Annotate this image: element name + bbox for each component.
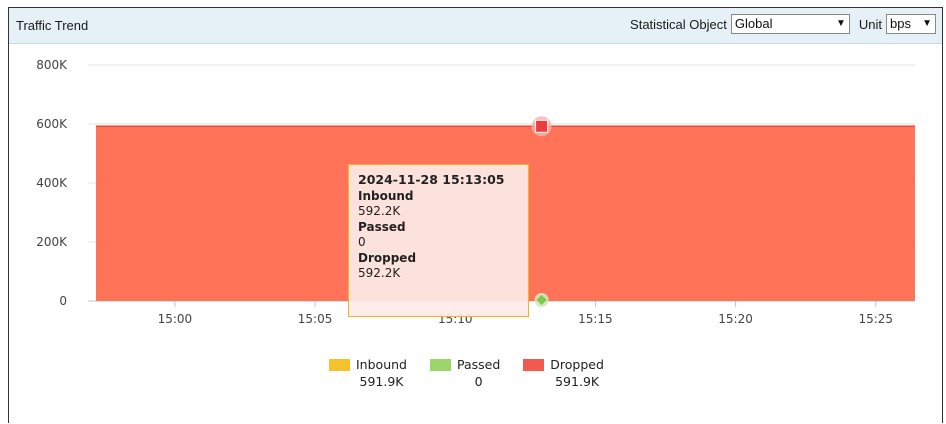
x-tick-label: 15:05	[298, 312, 333, 326]
legend-swatch-inbound	[329, 359, 350, 371]
legend-item-dropped[interactable]: Dropped 591.9K	[523, 357, 604, 389]
y-tick-label: 400K	[36, 176, 68, 190]
tooltip-value-dropped: 592.2K	[358, 266, 401, 280]
chart-tooltip: 2024-11-28 15:13:05 Inbound 592.2K Passe…	[348, 164, 529, 317]
tooltip-label-inbound: Inbound	[358, 188, 414, 203]
tooltip-value-passed: 0	[358, 235, 366, 249]
legend-value-inbound: 591.9K	[359, 374, 404, 389]
tooltip-label-dropped: Dropped	[358, 250, 417, 265]
legend-item-inbound[interactable]: Inbound 591.9K	[329, 357, 407, 389]
legend-swatch-passed	[429, 359, 451, 371]
traffic-trend-panel: Traffic Trend Statistical Object Global …	[8, 7, 943, 423]
x-tick-label: 15:15	[578, 312, 613, 326]
legend-swatch-dropped	[523, 359, 545, 371]
tooltip-label-passed: Passed	[358, 219, 406, 234]
legend-item-passed[interactable]: Passed 0	[429, 357, 501, 389]
marker-dropped	[535, 119, 549, 133]
chart-legend: Inbound 591.9K Passed 0 Dropped 591.9K	[329, 357, 627, 389]
tooltip-value-inbound: 592.2K	[358, 204, 401, 218]
legend-name-passed: Passed	[456, 357, 501, 372]
legend-name-inbound: Inbound	[356, 357, 407, 372]
x-tick-label: 15:25	[858, 312, 893, 326]
legend-value-passed: 0	[474, 374, 483, 389]
y-tick-label: 800K	[36, 58, 68, 72]
y-tick-label: 200K	[36, 235, 68, 249]
tooltip-time: 2024-11-28 15:13:05	[358, 172, 505, 187]
legend-value-dropped: 591.9K	[555, 374, 600, 389]
x-tick-label: 15:00	[158, 312, 193, 326]
y-tick-label: 600K	[36, 117, 68, 131]
x-tick-label: 15:20	[718, 312, 753, 326]
y-tick-label: 0	[59, 294, 67, 308]
legend-name-dropped: Dropped	[550, 357, 604, 372]
